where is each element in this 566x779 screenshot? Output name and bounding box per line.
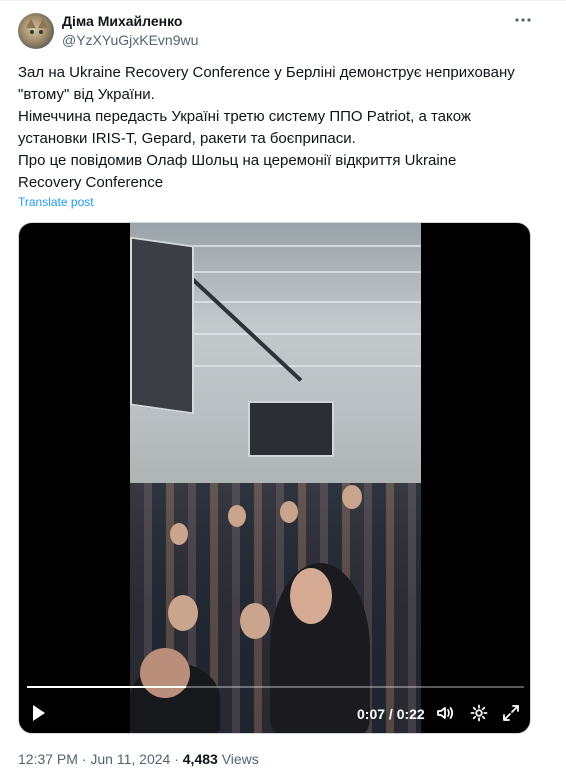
- cat-ear-right: [38, 19, 48, 28]
- hall-screen-center: [248, 401, 334, 457]
- tweet-text-line: Recovery Conference: [18, 174, 164, 191]
- tweet-text-line: "втому" від України.: [18, 86, 155, 103]
- video-frame[interactable]: [130, 223, 421, 733]
- audience-head: [168, 595, 198, 631]
- cat-ear-left: [26, 19, 36, 28]
- views-label: Views: [221, 751, 259, 767]
- author-avatar[interactable]: [18, 13, 54, 49]
- video-time: 0:07 / 0:22: [357, 706, 425, 722]
- tweet: Діма Михайленко @YzXYuGjxKEvn9wu Зал на …: [0, 0, 566, 779]
- meta-separator: ·: [77, 751, 91, 767]
- fullscreen-icon[interactable]: [501, 703, 521, 723]
- audience-head: [280, 501, 298, 523]
- more-options-button[interactable]: [514, 11, 532, 34]
- cat-eye-right: [39, 30, 43, 34]
- author-name[interactable]: Діма Михайленко: [62, 13, 182, 29]
- tweet-date[interactable]: Jun 11, 2024: [90, 751, 170, 767]
- tweet-text-line: Зал на Ukraine Recovery Conference у Бер…: [18, 64, 515, 81]
- audience-head: [170, 523, 188, 545]
- hall-screen-left: [130, 236, 194, 415]
- tweet-text: Зал на Ukraine Recovery Conference у Бер…: [18, 62, 538, 194]
- video-player[interactable]: 0:07 / 0:22: [18, 222, 531, 734]
- tweet-metadata: 12:37 PM · Jun 11, 2024 · 4,483 Views: [18, 751, 259, 767]
- tweet-text-line: Про це повідомив Олаф Шольц на церемонії…: [18, 152, 457, 169]
- tweet-text-line: установки IRIS-T, Gepard, ракети та боєп…: [18, 130, 356, 147]
- audience-head: [342, 485, 362, 509]
- cat-eye-left: [30, 30, 34, 34]
- author-handle[interactable]: @YzXYuGjxKEvn9wu: [62, 32, 198, 48]
- audience-head: [240, 603, 270, 639]
- tweet-text-line: Німеччина передасть Україні третю систем…: [18, 108, 471, 125]
- video-progress-fill: [27, 686, 187, 688]
- play-icon[interactable]: [33, 705, 45, 721]
- meta-separator: ·: [170, 751, 183, 767]
- audience-head: [140, 648, 190, 698]
- settings-icon[interactable]: [469, 703, 489, 723]
- video-progress-bar[interactable]: [27, 686, 524, 688]
- views-count: 4,483: [182, 751, 218, 767]
- audience-head: [290, 568, 332, 624]
- more-horizontal-icon: [515, 18, 531, 22]
- audience-head: [228, 505, 246, 527]
- tweet-time[interactable]: 12:37 PM: [18, 751, 78, 767]
- translate-post-link[interactable]: Translate post: [18, 195, 94, 209]
- volume-icon[interactable]: [435, 703, 455, 723]
